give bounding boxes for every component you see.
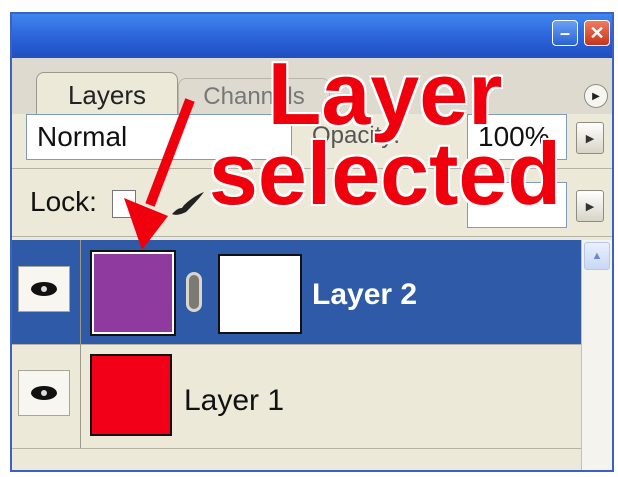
tab-layers[interactable]: Layers [36, 72, 178, 117]
layer-name: Layer 1 [184, 384, 285, 417]
divider [12, 236, 612, 237]
opacity-arrow-icon[interactable]: ▶ [576, 122, 604, 154]
layer-thumbnail[interactable] [90, 354, 172, 436]
layer-thumbnail[interactable] [90, 250, 176, 336]
layer-row-layer-1[interactable]: Layer 1 [12, 344, 582, 449]
layer-mask-thumbnail[interactable] [218, 254, 302, 334]
layer-list: Layer 2 Layer 1 [12, 240, 582, 470]
annotation-line-1: Layer [267, 44, 503, 143]
layer-name: Layer 2 [312, 278, 418, 311]
lock-label: Lock: [30, 186, 97, 217]
visibility-eye-icon[interactable] [18, 370, 70, 416]
lock-transparency-checkbox[interactable] [112, 190, 136, 218]
minimize-icon[interactable]: – [552, 20, 578, 46]
divider [80, 240, 81, 344]
scroll-up-icon[interactable]: ▲ [584, 242, 610, 270]
close-icon[interactable]: ✕ [584, 20, 610, 46]
visibility-eye-icon[interactable] [18, 266, 70, 312]
layer-row-layer-2[interactable]: Layer 2 [12, 240, 582, 345]
link-chain-icon[interactable] [186, 272, 202, 312]
annotation-callout: Layer selected [200, 44, 570, 223]
fill-arrow-icon[interactable]: ▶ [576, 190, 604, 222]
panel-menu-icon[interactable]: ▶ [584, 84, 608, 108]
annotation-line-2: selected [208, 124, 562, 223]
layer-list-scrollbar[interactable]: ▲ [581, 240, 612, 470]
divider [80, 344, 81, 448]
